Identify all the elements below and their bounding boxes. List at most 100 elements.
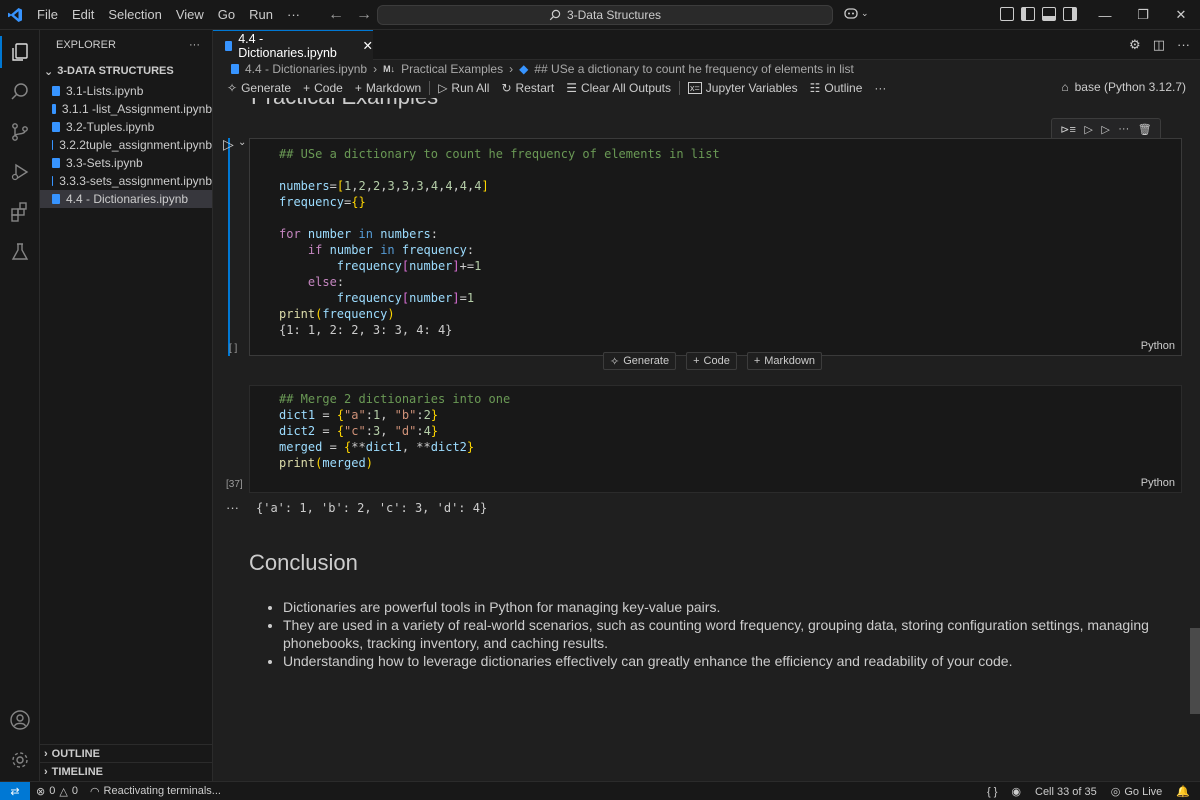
scrollbar-thumb[interactable]	[1190, 628, 1200, 714]
file-item[interactable]: 3.3.3-sets_assignment.ipynb	[40, 172, 212, 190]
insert-generate-button[interactable]: ✧ Generate	[603, 352, 677, 370]
clear-outputs-button[interactable]: ☰ Clear All Outputs	[560, 81, 677, 95]
run-by-line-icon[interactable]: ⊳≡	[1060, 123, 1076, 136]
menu-selection[interactable]: Selection	[101, 0, 168, 30]
breadcrumb: 4.4 - Dictionaries.ipynb › M↓ Practical …	[213, 60, 1200, 78]
language-braces[interactable]: { }	[987, 786, 997, 798]
generate-button[interactable]: ✧ Generate	[221, 81, 297, 95]
output-more-icon[interactable]: ···	[226, 500, 239, 515]
explorer-more-icon[interactable]: ···	[189, 39, 200, 51]
activity-status[interactable]: ◠ Reactivating terminals...	[84, 785, 227, 798]
code-cell[interactable]: ## Merge 2 dictionaries into one dict1 =…	[249, 385, 1182, 493]
add-code-button[interactable]: + Code	[297, 81, 349, 95]
toggle-secondary-sidebar-icon[interactable]	[1063, 7, 1077, 21]
search-view-icon[interactable]	[0, 72, 40, 112]
restart-button[interactable]: ↻ Restart	[495, 81, 560, 95]
cell-language[interactable]: Python	[1141, 340, 1175, 352]
insert-code-button[interactable]: + Code	[686, 352, 737, 370]
menu-file[interactable]: File	[30, 0, 65, 30]
file-item[interactable]: 3.1-Lists.ipynb	[40, 82, 212, 100]
warning-count: 0	[71, 785, 78, 797]
chevron-down-icon[interactable]: ⌄	[238, 137, 246, 148]
notebook-body: Practical Examples ⊳≡ ▷ ▷ ··· 🗑 ▷ ⌄ [ ] …	[213, 98, 1188, 781]
insert-markdown-button[interactable]: + Markdown	[746, 352, 823, 370]
code-editor[interactable]: ## Merge 2 dictionaries into one dict1 =…	[279, 391, 510, 471]
outline-label: Outline	[824, 81, 863, 95]
manage-gear-icon[interactable]	[0, 740, 40, 780]
sparkle-icon: ✧	[610, 355, 620, 368]
code-editor[interactable]: ## USe a dictionary to count he frequenc…	[279, 146, 720, 338]
cell-more-icon[interactable]: ···	[1118, 123, 1129, 135]
outline-section[interactable]: › OUTLINE	[40, 744, 213, 762]
problems-status[interactable]: ⊗ 0 △ 0	[30, 785, 84, 798]
cell-language[interactable]: Python	[1141, 477, 1175, 489]
testing-flask-icon[interactable]	[0, 232, 40, 272]
tab-dictionaries[interactable]: 4.4 - Dictionaries.ipynb ✕	[213, 30, 373, 60]
variables-icon: x=	[688, 82, 702, 94]
clear-label: Clear All Outputs	[580, 81, 672, 95]
go-live-button[interactable]: ◎ Go Live	[1111, 785, 1163, 799]
copilot-status-icon[interactable]: ◉	[1011, 785, 1021, 798]
file-item-selected[interactable]: 4.4 - Dictionaries.ipynb	[40, 190, 212, 208]
minimize-icon[interactable]: —	[1086, 0, 1124, 30]
file-item[interactable]: 3.2.2tuple_assignment.ipynb	[40, 136, 212, 154]
copilot-menu[interactable]: ⌄	[843, 6, 869, 20]
kernel-picker[interactable]: ⌂ base (Python 3.12.7)	[1061, 80, 1186, 94]
toolbar-more-button[interactable]: ···	[868, 81, 892, 95]
menu-view[interactable]: View	[169, 0, 211, 30]
execute-below-icon[interactable]: ▷	[1101, 123, 1109, 136]
restore-icon[interactable]: ❐	[1124, 0, 1162, 30]
forward-arrow-icon[interactable]: →	[356, 6, 372, 24]
toggle-primary-sidebar-icon[interactable]	[1021, 7, 1035, 21]
close-window-icon[interactable]: ✕	[1162, 0, 1200, 30]
jupyter-variables-button[interactable]: x= Jupyter Variables	[682, 81, 804, 95]
explorer-icon[interactable]	[0, 32, 40, 72]
cell-position[interactable]: Cell 33 of 35	[1035, 786, 1097, 798]
menu-go[interactable]: Go	[211, 0, 242, 30]
insert-markdown-label: Markdown	[764, 355, 816, 367]
editor-scrollbar[interactable]	[1188, 98, 1200, 781]
run-cell-icon[interactable]: ▷	[223, 136, 234, 153]
remote-indicator-icon[interactable]: ⇄	[0, 781, 30, 800]
run-all-button[interactable]: ▷ Run All	[432, 81, 495, 95]
back-arrow-icon[interactable]: ←	[328, 6, 344, 24]
close-tab-icon[interactable]: ✕	[363, 38, 373, 53]
notebook-file-icon	[52, 194, 60, 204]
delete-cell-icon[interactable]: 🗑	[1138, 123, 1152, 136]
accounts-icon[interactable]	[0, 700, 40, 740]
command-center-text: 3-Data Structures	[566, 8, 662, 22]
code-cell[interactable]: ## USe a dictionary to count he frequenc…	[249, 138, 1182, 356]
activity-text: Reactivating terminals...	[103, 785, 221, 797]
chevron-right-icon: ›	[44, 765, 48, 778]
file-item[interactable]: 3.1.1 -list_Assignment.ipynb	[40, 100, 212, 118]
execute-above-icon[interactable]: ▷	[1084, 123, 1092, 136]
file-item[interactable]: 3.3-Sets.ipynb	[40, 154, 212, 172]
copilot-icon	[844, 8, 858, 19]
execution-count: [ ]	[229, 343, 238, 354]
markdown-badge: M↓	[383, 64, 396, 74]
split-editor-icon[interactable]: ◫	[1153, 37, 1165, 53]
workspace-root[interactable]: ⌄ 3-DATA STRUCTURES	[40, 60, 212, 82]
editor-more-icon[interactable]: ···	[1177, 37, 1190, 53]
menu-edit[interactable]: Edit	[65, 0, 101, 30]
outline-button[interactable]: ☷ Outline	[804, 81, 869, 95]
notifications-bell-icon[interactable]: 🔔	[1176, 785, 1190, 798]
command-center[interactable]: 3-Data Structures	[377, 5, 833, 25]
add-markdown-button[interactable]: + Markdown	[349, 81, 427, 95]
chevron-right-icon: ›	[509, 62, 514, 76]
file-label: 3.3-Sets.ipynb	[66, 156, 143, 170]
timeline-section[interactable]: › TIMELINE	[40, 762, 213, 780]
menu-run[interactable]: Run	[242, 0, 280, 30]
source-control-icon[interactable]	[0, 112, 40, 152]
run-all-label: Run All	[451, 81, 490, 95]
customize-layout-icon[interactable]	[1000, 7, 1014, 21]
breadcrumb-cell[interactable]: ## USe a dictionary to count he frequenc…	[534, 62, 854, 76]
file-item[interactable]: 3.2-Tuples.ipynb	[40, 118, 212, 136]
run-debug-icon[interactable]	[0, 152, 40, 192]
extensions-icon[interactable]	[0, 192, 40, 232]
breadcrumb-file[interactable]: 4.4 - Dictionaries.ipynb	[245, 62, 367, 76]
toggle-panel-icon[interactable]	[1042, 7, 1056, 21]
settings-gear-icon[interactable]: ⚙	[1129, 37, 1141, 53]
menu-more[interactable]: ···	[280, 0, 307, 30]
breadcrumb-section[interactable]: Practical Examples	[401, 62, 503, 76]
